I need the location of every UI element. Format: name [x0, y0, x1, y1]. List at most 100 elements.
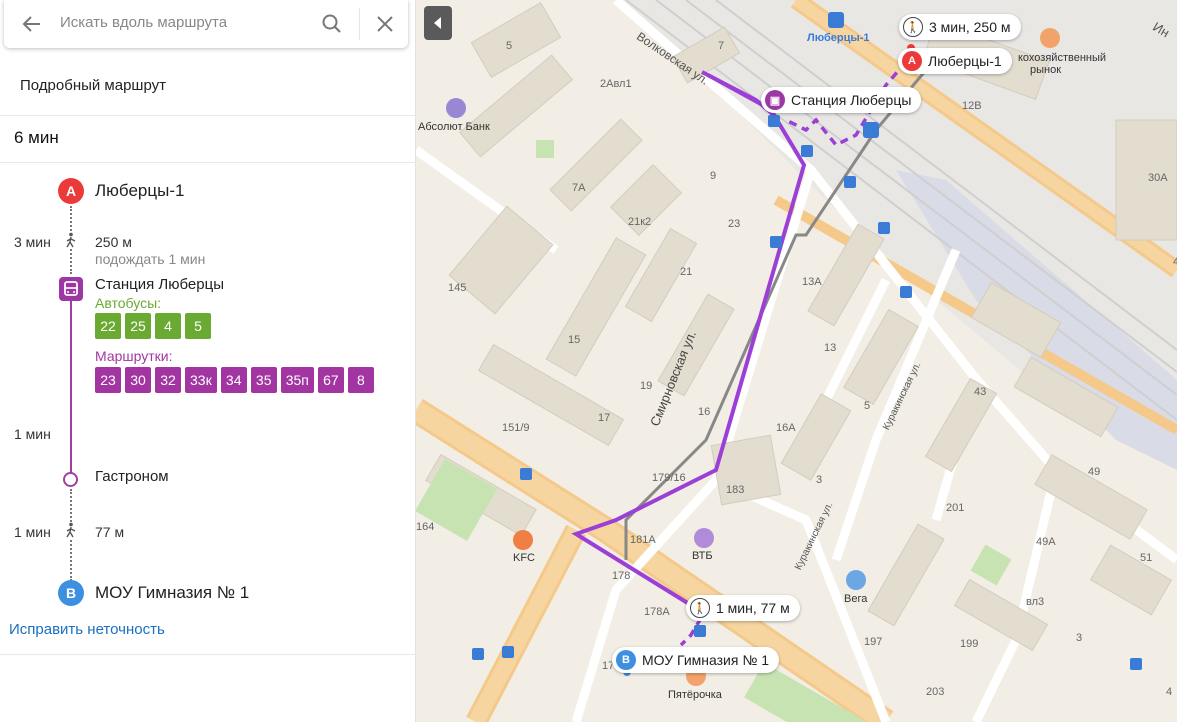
- house-number: 19: [640, 380, 653, 392]
- walk-start-bubble[interactable]: 🚶 3 мин, 250 м: [899, 14, 1021, 40]
- start-marker-icon: A: [902, 51, 922, 71]
- stop-bubble-text: Станция Люберцы: [791, 92, 912, 108]
- bus-stop-icon: ▣: [765, 90, 785, 110]
- house-number: 16: [698, 406, 711, 418]
- bus-route-chip[interactable]: 22: [95, 313, 121, 339]
- end-bubble-text: МОУ Гимназия № 1: [642, 652, 770, 668]
- pyaterochka-label[interactable]: Пятёрочка: [668, 689, 722, 701]
- house-number: 49А: [1036, 536, 1056, 548]
- ride-line: [70, 301, 72, 473]
- house-number: 179/16: [652, 472, 686, 484]
- house-number: 21: [680, 266, 693, 278]
- walk-icon: [64, 232, 78, 248]
- house-number: 3: [816, 474, 823, 486]
- search-input[interactable]: Искать вдоль маршрута: [60, 14, 227, 31]
- end-marker: B: [58, 580, 84, 606]
- house-number: 178: [612, 570, 631, 582]
- start-bubble-text: Люберцы-1: [928, 53, 1002, 69]
- house-number: 13А: [802, 276, 822, 288]
- house-number: 15: [568, 334, 581, 346]
- start-stop-name: Люберцы-1: [95, 181, 185, 200]
- start-marker: A: [58, 178, 84, 204]
- walk-icon: 🚶: [690, 598, 710, 618]
- house-number: 164: [416, 521, 435, 533]
- minibus-route-chip[interactable]: 34: [220, 367, 247, 393]
- market-label[interactable]: рынок: [1030, 64, 1061, 76]
- kfc-label[interactable]: KFC: [513, 552, 535, 564]
- end-bubble[interactable]: B МОУ Гимназия № 1: [612, 647, 780, 673]
- bus-route-chip[interactable]: 25: [125, 313, 151, 339]
- house-number: 16А: [776, 422, 796, 434]
- minibus-route-chip[interactable]: 35п: [280, 367, 314, 393]
- minibus-route-chip[interactable]: 32: [155, 367, 181, 393]
- market-label[interactable]: кохозяйственный: [1018, 52, 1106, 64]
- house-number: 2Авл1: [600, 78, 632, 90]
- search-divider: [359, 8, 360, 40]
- bus-stop-icon: [59, 277, 83, 301]
- house-number: 183: [726, 484, 745, 496]
- walk-icon: 🚶: [903, 17, 923, 37]
- walk2-distance: 77 м: [95, 524, 125, 540]
- house-number: 17: [598, 412, 611, 424]
- bus-route-chip[interactable]: 5: [185, 313, 211, 339]
- minibus-route-chip[interactable]: 33к: [185, 367, 217, 393]
- house-number: 199: [960, 638, 979, 650]
- house-number: 43: [974, 386, 987, 398]
- stop-bubble[interactable]: ▣ Станция Люберцы: [761, 87, 922, 113]
- house-number: 197: [864, 636, 883, 648]
- house-number: 30А: [1148, 172, 1168, 184]
- minibus-route-chip[interactable]: 35: [250, 367, 277, 393]
- walk-end-bubble[interactable]: 🚶 1 мин, 77 м: [686, 595, 800, 621]
- house-number: 181А: [630, 534, 656, 546]
- house-number: 4: [1173, 256, 1177, 268]
- report-inaccuracy-link[interactable]: Исправить неточность: [9, 621, 165, 638]
- end-marker-icon: B: [616, 650, 636, 670]
- house-number: 13: [824, 342, 837, 354]
- collapse-panel-button[interactable]: [424, 6, 452, 40]
- house-number: 203: [926, 686, 945, 698]
- house-number: 178А: [644, 606, 670, 618]
- house-number: 7А: [572, 182, 586, 194]
- bus-route-chip[interactable]: 4: [155, 313, 181, 339]
- chevron-left-icon: [434, 17, 441, 29]
- detailed-route-title[interactable]: Подробный маршрут: [20, 77, 166, 94]
- minibus-route-chip[interactable]: 23: [95, 367, 121, 393]
- walk-icon: [64, 522, 78, 538]
- divider: [0, 162, 416, 163]
- minibus-route-chip[interactable]: 30: [125, 367, 151, 393]
- middle-stop-name: Гастроном: [95, 468, 169, 485]
- house-number: 7: [718, 40, 725, 52]
- walk1-minutes: 3 мин: [14, 234, 51, 250]
- walk2-minutes: 1 мин: [14, 524, 51, 540]
- minibus-route-chip[interactable]: 67: [317, 367, 344, 393]
- vtb-label[interactable]: ВТБ: [692, 550, 713, 562]
- search-icon[interactable]: [320, 12, 344, 36]
- back-arrow-icon[interactable]: [20, 12, 44, 36]
- walk1-distance: 250 м: [95, 234, 132, 250]
- map-view[interactable]: Волковская ул. Смирновская ул. Куракинск…: [416, 0, 1177, 722]
- house-number: 21к2: [628, 216, 652, 228]
- house-number: 151/9: [502, 422, 530, 434]
- bus-route-list: 22 25 4 5: [95, 313, 211, 339]
- house-number: 145: [448, 282, 467, 294]
- house-number: вл3: [1026, 596, 1045, 608]
- house-number: 23: [728, 218, 741, 230]
- bank-label[interactable]: Абсолют Банк: [418, 121, 490, 133]
- divider: [0, 654, 416, 655]
- route-search-bar: Искать вдоль маршрута: [4, 0, 408, 48]
- house-number: 5: [864, 400, 871, 412]
- close-icon[interactable]: [373, 12, 397, 36]
- start-bubble[interactable]: A Люберцы-1: [898, 48, 1012, 74]
- vega-label[interactable]: Вега: [844, 593, 867, 605]
- station-label[interactable]: Люберцы-1: [807, 32, 870, 44]
- route-panel: Искать вдоль маршрута Подробный маршрут …: [0, 0, 416, 722]
- route-duration: 6 мин: [14, 128, 59, 147]
- minibuses-label: Маршрутки:: [95, 348, 173, 364]
- middle-stop-marker: [63, 472, 78, 487]
- house-number: 201: [946, 502, 965, 514]
- house-number: 51: [1140, 552, 1153, 564]
- minibus-route-chip[interactable]: 8: [347, 367, 374, 393]
- buses-label: Автобусы:: [95, 295, 162, 311]
- house-number: 4: [1166, 686, 1173, 698]
- house-number: 49: [1088, 466, 1101, 478]
